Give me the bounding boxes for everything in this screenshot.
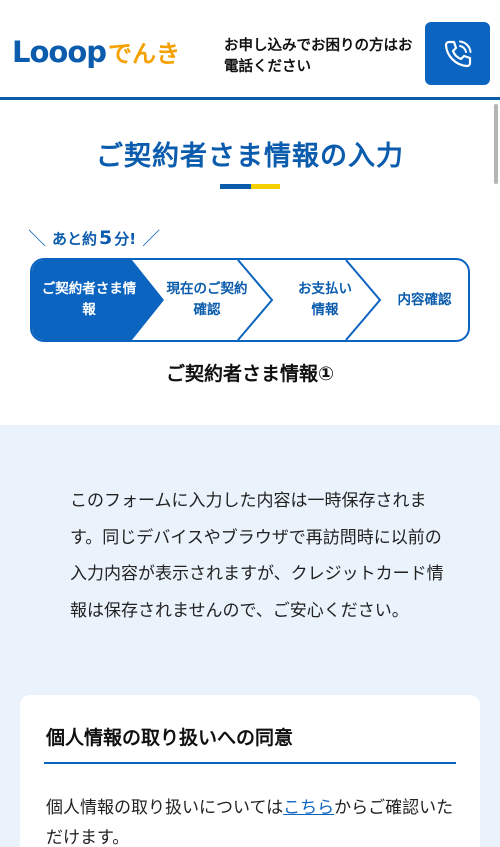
- time-suffix: 分!: [114, 229, 137, 248]
- consent-divider: [44, 762, 456, 764]
- help-message: お申し込みでお困りの方はお電話ください: [224, 38, 413, 75]
- privacy-policy-link[interactable]: こちら: [283, 798, 334, 818]
- time-estimate: ＼ あと約 5 分! ／: [0, 225, 500, 251]
- consent-card: 個人情報の取り扱いへの同意 個人情報の取り扱いについてはこちらからご確認いただけ…: [20, 695, 480, 847]
- time-prefix: あと約: [52, 229, 98, 248]
- left-slash-icon: ＼: [28, 229, 46, 250]
- consent-text-before: 個人情報の取り扱いについては: [46, 798, 284, 818]
- logo-main-text: Looop: [12, 35, 107, 69]
- step-heading: ご契約者さま情報①: [165, 363, 335, 385]
- time-number: 5: [99, 227, 113, 249]
- consent-text: 個人情報の取り扱いについてはこちらからご確認いただけます。: [46, 793, 456, 847]
- step-4-confirm: 内容確認: [397, 291, 452, 308]
- step-2-current-contract: 現在のご契約確認: [166, 281, 248, 318]
- step-1-contractor-info: ご契約者さま情報: [41, 281, 137, 318]
- progress-steps: ご契約者さま情報 現在のご契約確認 お支払い情報 内容確認: [30, 258, 470, 342]
- title-underline-yellow: [251, 184, 280, 189]
- logo-sub-text: でんき: [108, 40, 181, 68]
- consent-title: 個人情報の取り扱いへの同意: [46, 727, 294, 749]
- page-title: ご契約者さま情報の入力: [96, 141, 404, 172]
- right-slash-icon: ／: [142, 229, 161, 250]
- phone-icon: [444, 40, 471, 67]
- title-underline-blue: [220, 184, 251, 189]
- header: Looop でんき お申し込みでお困りの方はお電話ください: [0, 0, 500, 100]
- phone-call-button[interactable]: [425, 22, 490, 85]
- step-3-payment-info: お支払い情報: [298, 281, 352, 318]
- looop-denki-logo[interactable]: Looop でんき: [12, 34, 180, 70]
- autosave-notice: このフォームに入力した内容は一時保存されます。同じデバイスやブラウザで再訪問時に…: [70, 491, 444, 621]
